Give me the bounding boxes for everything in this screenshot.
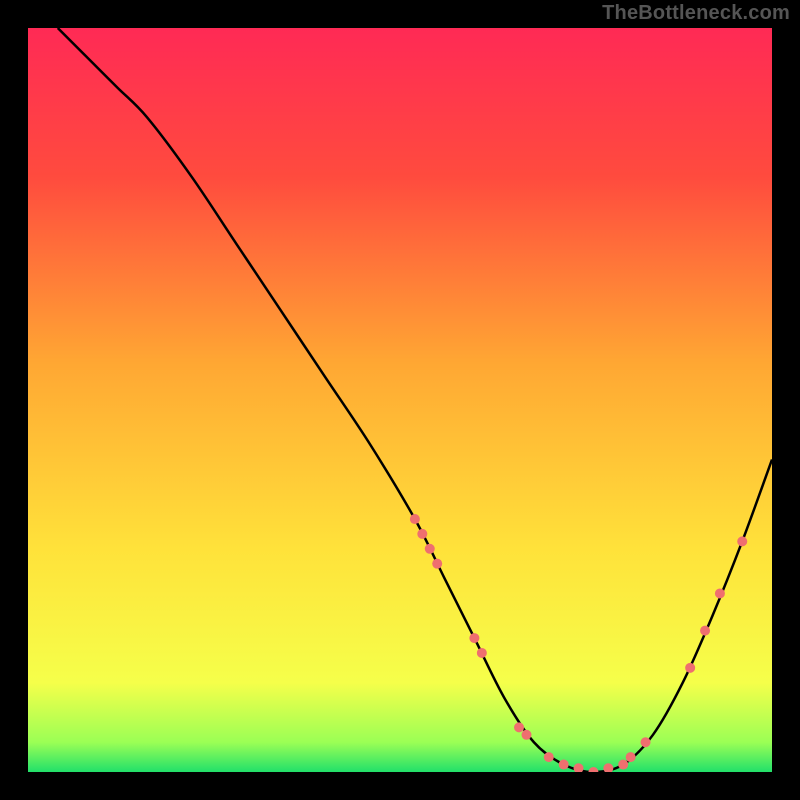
watermark-text: TheBottleneck.com (602, 2, 790, 25)
chart-svg (28, 28, 772, 772)
marker-point (432, 559, 442, 569)
marker-point (737, 536, 747, 546)
marker-point (410, 514, 420, 524)
marker-point (521, 730, 531, 740)
marker-point (469, 633, 479, 643)
marker-point (626, 752, 636, 762)
marker-point (685, 663, 695, 673)
marker-point (477, 648, 487, 658)
marker-point (514, 722, 524, 732)
marker-point (417, 529, 427, 539)
marker-point (618, 760, 628, 770)
gradient-background (28, 28, 772, 772)
marker-point (544, 752, 554, 762)
plot-area (28, 28, 772, 772)
chart-container: TheBottleneck.com (0, 0, 800, 800)
marker-point (715, 588, 725, 598)
marker-point (641, 737, 651, 747)
marker-point (700, 626, 710, 636)
marker-point (559, 760, 569, 770)
marker-point (425, 544, 435, 554)
